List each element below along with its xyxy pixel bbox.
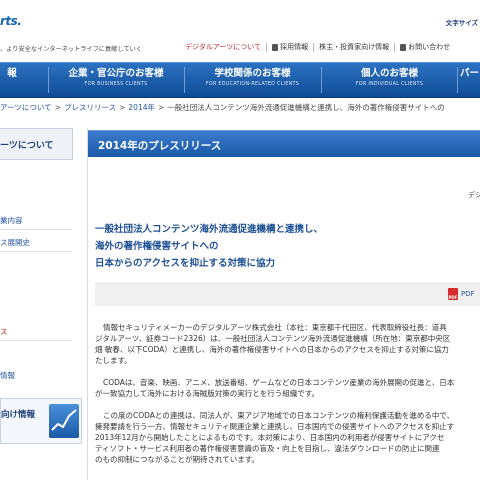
headline-line: 一般社団法人コンテンツ海外流通促進機構と連携し、 bbox=[95, 224, 324, 235]
section-title: 2014年のプレスリリース bbox=[98, 140, 222, 152]
breadcrumb-separator: > bbox=[158, 103, 165, 112]
body-text-line: 畑 敏春、以下CODA）と連携し、海外の著作権侵害サイトへの日本からのアクセスを… bbox=[95, 345, 449, 354]
sidebar-item-info[interactable]: 情報 bbox=[0, 370, 72, 381]
breadcrumb: アーツについて > プレスリリース >2014年 > 一般社団法人コンテンツ海外流通促進機… bbox=[0, 102, 445, 113]
util-link-contact-label: お問い合わせ bbox=[408, 43, 451, 51]
nav-item-individual-label: 個人のお客様 bbox=[360, 68, 418, 79]
util-link-investors-label: 株主・投資家向け情報 bbox=[319, 43, 390, 51]
utility-nav: デジタルアーツについて 採用情報 株主・投資家向け情報 お問い合わせ bbox=[185, 43, 455, 52]
sidebar-heading[interactable]: ーツについて bbox=[0, 128, 73, 160]
util-link-about[interactable]: デジタルアーツについて bbox=[185, 43, 266, 52]
breadcrumb-link-press[interactable]: プレスリリース bbox=[64, 103, 116, 112]
nav-item-individual-sub: FOR INDIVIDUAL CLIENTS bbox=[355, 82, 424, 87]
nav-divider bbox=[457, 67, 458, 93]
nav-item-education-label: 学校関係のお客様 bbox=[214, 68, 291, 79]
nav-item-partner-label: パー bbox=[460, 68, 480, 79]
body-text-line: この度のCODAとの連携は、同法人が、東アジア地域での日本コンテンツの権利保護活… bbox=[103, 411, 455, 420]
nav-item-education[interactable]: 学校関係のお客様 FOR EDUCATION-RELATED CLIENTS bbox=[185, 68, 320, 87]
body-text-line: 擁発要請を行う一方、情報セキュリティ関連企業と連携し、日本国内での侵害サイトへの… bbox=[95, 422, 455, 431]
body-text-line: が一致協力して海外における海賊版対策の実行とを行う組織です。 bbox=[95, 389, 320, 398]
util-link-about-label: デジタルアーツについて bbox=[185, 43, 262, 51]
document-icon bbox=[272, 44, 279, 51]
nav-item-info[interactable]: 報 bbox=[0, 68, 24, 79]
headline-line: 日本からのアクセスを抑止する対策に協力 bbox=[95, 258, 276, 269]
headline-line: 海外の著作権侵害サイトへの bbox=[95, 241, 219, 252]
company-logo[interactable]: rts. bbox=[0, 14, 22, 28]
text-size-label: 文字サイズ bbox=[445, 19, 478, 27]
body-text-line: 2013年12月から開始したことによるものです。本対策により、日本国内の利用者が… bbox=[95, 433, 445, 442]
investor-banner[interactable]: 向け情報 bbox=[0, 398, 82, 444]
body-text-line: のもの抑制につながることが期待されています。 bbox=[95, 455, 260, 464]
util-link-careers[interactable]: 採用情報 bbox=[266, 43, 313, 52]
nav-item-education-sub: FOR EDUCATION-RELATED CLIENTS bbox=[205, 82, 300, 87]
body-text-line: CODAは、音楽、映画、アニメ、放送番組、ゲームなどの日本コンテンツ産業の海外展… bbox=[103, 378, 455, 387]
breadcrumb-current: 一般社団法人コンテンツ海外流通促進機構と連携し、海外の著作権侵害サイトへの bbox=[167, 103, 445, 112]
pdf-link-label: PDF bbox=[461, 290, 475, 298]
body-text-line: ティソフト・サービス利用者の著作権侵害意識の盲及・向上を目指し、違法ダウンロード… bbox=[95, 444, 440, 453]
nav-item-info-label: 報 bbox=[7, 68, 17, 79]
breadcrumb-link-year[interactable]: 2014年 bbox=[128, 103, 155, 112]
nav-item-business-sub: FOR BUSINESS CLIENTS bbox=[84, 82, 148, 87]
tagline: 、より安全なインターネットライフに貢献していく bbox=[0, 46, 143, 53]
sidebar-item-press[interactable]: ス bbox=[0, 326, 72, 337]
sidebar-divider bbox=[0, 340, 72, 341]
sidebar-divider bbox=[0, 251, 72, 252]
util-link-careers-label: 採用情報 bbox=[280, 43, 309, 51]
company-name-label: デジ bbox=[468, 191, 480, 199]
chart-graphic-icon bbox=[49, 404, 79, 438]
breadcrumb-separator: > bbox=[54, 103, 61, 112]
sidebar-divider bbox=[0, 229, 72, 230]
sidebar-item-history[interactable]: ス展開史 bbox=[0, 237, 72, 248]
body-text-line: たします。 bbox=[95, 356, 132, 365]
breadcrumb-separator: > bbox=[119, 103, 126, 112]
sidebar-heading-label: ーツについて bbox=[0, 140, 54, 151]
document-icon bbox=[400, 44, 407, 51]
nav-item-partner[interactable]: パー bbox=[460, 68, 480, 79]
pdf-bar bbox=[95, 283, 480, 306]
investor-banner-label: 向け情報 bbox=[1, 410, 36, 420]
main-nav: 報 企業・官公庁のお客様 FOR BUSINESS CLIENTS 学校関係のお… bbox=[0, 62, 480, 98]
nav-item-business[interactable]: 企業・官公庁のお客様 FOR BUSINESS CLIENTS bbox=[49, 68, 183, 87]
pdf-link[interactable]: PDF PDF bbox=[448, 288, 475, 300]
sidebar-item-business[interactable]: 業内容 bbox=[0, 215, 72, 226]
util-link-investors[interactable]: 株主・投資家向け情報 bbox=[313, 43, 394, 52]
nav-item-individual[interactable]: 個人のお客様 FOR INDIVIDUAL CLIENTS bbox=[322, 68, 457, 87]
pdf-icon: PDF bbox=[448, 288, 458, 300]
nav-item-business-label: 企業・官公庁のお客様 bbox=[68, 68, 164, 79]
body-text-line: ジタルアーツ、証券コード2326）は、一般社団法人コンテンツ海外流通促進機構（所… bbox=[95, 334, 451, 343]
breadcrumb-link-about[interactable]: アーツについて bbox=[0, 103, 52, 112]
body-text-line: 情報セキュリティメーカーのデジタルアーツ株式会社（本社：東京都千代田区、代表取締… bbox=[103, 323, 447, 332]
util-link-contact[interactable]: お問い合わせ bbox=[394, 43, 455, 52]
